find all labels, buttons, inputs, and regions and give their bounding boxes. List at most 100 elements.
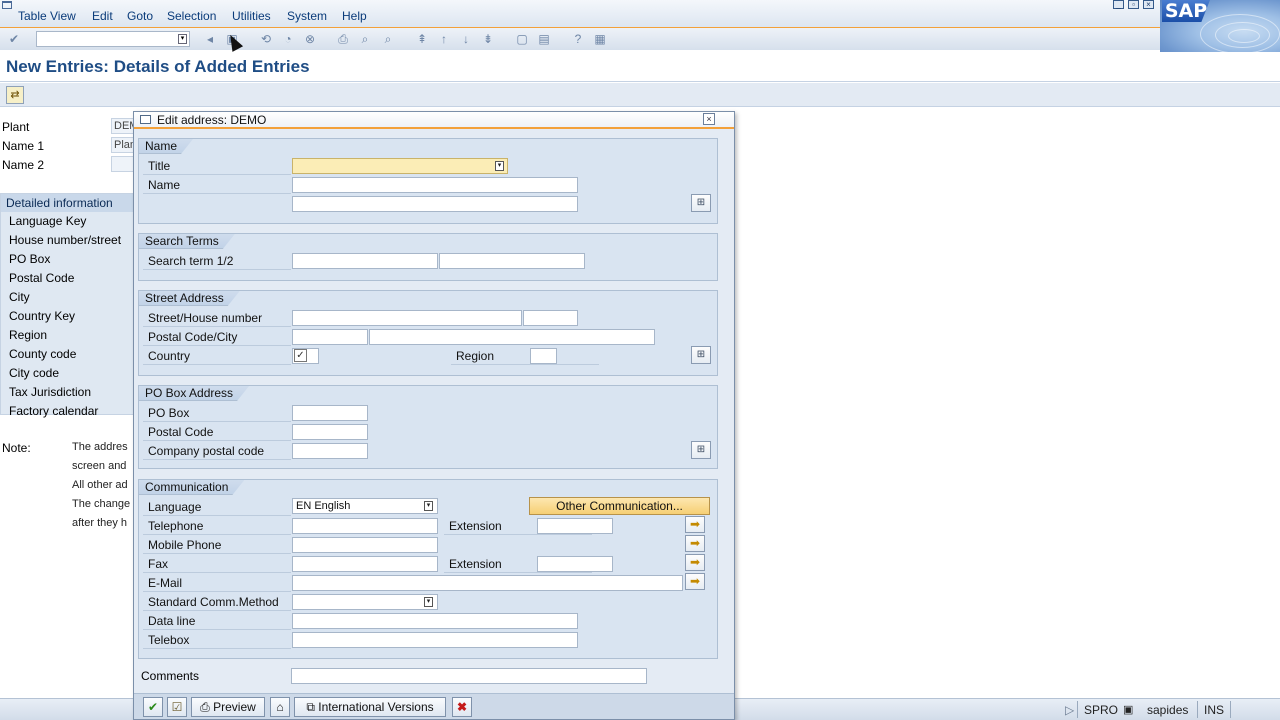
new-session-icon[interactable]: ▢ bbox=[514, 31, 530, 47]
exit-icon[interactable]: ◔ bbox=[280, 31, 296, 47]
note-text: screen and bbox=[72, 460, 127, 472]
change-display-icon[interactable]: ⇄ bbox=[6, 86, 24, 104]
company-postal-input[interactable] bbox=[292, 443, 368, 459]
app-menu-icon[interactable] bbox=[2, 1, 12, 9]
dropdown-icon[interactable]: ▾ bbox=[178, 34, 187, 44]
data-line-label: Data line bbox=[142, 614, 293, 630]
comments-input[interactable] bbox=[291, 668, 647, 684]
city-input[interactable] bbox=[369, 329, 655, 345]
menu-system[interactable]: System bbox=[287, 9, 327, 23]
shortcut-icon[interactable]: ▤ bbox=[536, 31, 552, 47]
command-field[interactable]: ▾ bbox=[36, 31, 190, 47]
detail-field-label: Region bbox=[9, 328, 48, 342]
postal-code-input[interactable] bbox=[292, 329, 368, 345]
next-page-icon[interactable]: ↓ bbox=[458, 31, 474, 47]
dropdown-icon[interactable]: ▾ bbox=[495, 161, 504, 171]
cancel-icon[interactable]: ⊗ bbox=[302, 31, 318, 47]
application-toolbar: ⇄ bbox=[0, 83, 1280, 107]
close-window-icon[interactable]: × bbox=[1143, 0, 1154, 9]
telebox-input[interactable] bbox=[292, 632, 578, 648]
house-number-input[interactable] bbox=[523, 310, 578, 326]
email-arrow-icon[interactable]: ➡ bbox=[685, 573, 705, 590]
fax-arrow-icon[interactable]: ➡ bbox=[685, 554, 705, 571]
more-fields-icon[interactable]: ⊞ bbox=[691, 346, 711, 364]
checkbox-icon[interactable]: ✓ bbox=[294, 349, 307, 362]
dialog-title-bar: Edit address: DEMO × bbox=[134, 112, 734, 129]
data-line-input[interactable] bbox=[292, 613, 578, 629]
check-entries-button[interactable]: ☑ bbox=[167, 697, 187, 717]
dropdown-icon[interactable]: ▾ bbox=[424, 501, 433, 511]
sap-logo: SAP bbox=[1160, 0, 1280, 54]
first-page-icon[interactable]: ⇞ bbox=[414, 31, 430, 47]
telephone-input[interactable] bbox=[292, 518, 438, 534]
preview-button[interactable]: ⎙ Preview bbox=[191, 697, 265, 717]
restore-icon[interactable]: ▫ bbox=[1128, 0, 1139, 9]
po-box-input[interactable] bbox=[292, 405, 368, 421]
menu-goto[interactable]: Goto bbox=[127, 9, 153, 23]
layout-menu-icon[interactable]: ▦ bbox=[592, 31, 608, 47]
menu-help[interactable]: Help bbox=[342, 9, 367, 23]
note-label: Note: bbox=[2, 441, 31, 455]
versions-icon: ⧉ bbox=[306, 700, 315, 714]
cancel-x-icon: ✖ bbox=[456, 700, 468, 714]
close-icon[interactable]: × bbox=[703, 113, 715, 125]
email-input[interactable] bbox=[292, 575, 683, 591]
mobile-input[interactable] bbox=[292, 537, 438, 553]
po-box-group: PO Box Address PO Box Postal Code Compan… bbox=[138, 385, 718, 469]
fax-input[interactable] bbox=[292, 556, 438, 572]
edit-icon bbox=[140, 115, 151, 124]
mobile-arrow-icon[interactable]: ➡ bbox=[685, 535, 705, 552]
last-page-icon[interactable]: ⇟ bbox=[480, 31, 496, 47]
search-term1-input[interactable] bbox=[292, 253, 438, 269]
find-next-icon[interactable]: ⌕ bbox=[380, 31, 396, 47]
checkmark-icon: ✔ bbox=[147, 700, 159, 714]
status-expand-icon[interactable]: ▷ bbox=[1065, 703, 1074, 717]
std-comm-label: Standard Comm.Method bbox=[143, 595, 291, 611]
enter-icon[interactable]: ✔ bbox=[6, 31, 22, 47]
menu-edit[interactable]: Edit bbox=[92, 9, 113, 23]
confirm-button[interactable]: ✔ bbox=[143, 697, 163, 717]
note-text: All other ad bbox=[72, 479, 128, 491]
std-comm-select[interactable] bbox=[292, 594, 438, 610]
regional-structure-button[interactable]: ⌂ bbox=[270, 697, 290, 717]
name-group-header: Name bbox=[139, 139, 193, 154]
name1-input[interactable] bbox=[292, 177, 578, 193]
back-arrow-icon[interactable]: ◂ bbox=[202, 31, 218, 47]
search-term2-input[interactable] bbox=[439, 253, 585, 269]
help-icon[interactable]: ? bbox=[570, 31, 586, 47]
minimize-icon[interactable]: _ bbox=[1113, 0, 1124, 9]
telebox-label: Telebox bbox=[142, 633, 293, 649]
previous-page-icon[interactable]: ↑ bbox=[436, 31, 452, 47]
detail-group-header: Detailed information bbox=[1, 194, 136, 212]
country-input[interactable]: ✓ bbox=[292, 348, 319, 364]
street-input[interactable] bbox=[292, 310, 522, 326]
region-label: Region bbox=[450, 349, 600, 365]
name-group: Name Title ▾ Name ⊞ bbox=[138, 138, 718, 224]
print-icon[interactable]: ⎙ bbox=[335, 31, 351, 47]
search-terms-group: Search Terms Search term 1/2 bbox=[138, 233, 718, 281]
edit-address-dialog: Edit address: DEMO × Name Title ▾ Name ⊞… bbox=[133, 111, 735, 720]
find-icon[interactable]: ⌕ bbox=[357, 31, 373, 47]
more-fields-icon[interactable]: ⊞ bbox=[691, 194, 711, 212]
more-fields-icon[interactable]: ⊞ bbox=[691, 441, 711, 459]
street-address-group: Street Address Street/House number Posta… bbox=[138, 290, 718, 376]
region-input[interactable] bbox=[530, 348, 557, 364]
dropdown-icon[interactable]: ▾ bbox=[424, 597, 433, 607]
telephone-arrow-icon[interactable]: ➡ bbox=[685, 516, 705, 533]
cancel-button[interactable]: ✖ bbox=[452, 697, 472, 717]
po-postal-code-input[interactable] bbox=[292, 424, 368, 440]
telephone-extension-input[interactable] bbox=[537, 518, 613, 534]
international-versions-button[interactable]: ⧉ International Versions bbox=[294, 697, 446, 717]
other-communication-button[interactable]: Other Communication... bbox=[529, 497, 710, 515]
language-select[interactable]: EN English bbox=[292, 498, 438, 514]
back-icon[interactable]: ⟲ bbox=[258, 31, 274, 47]
po-box-label: PO Box bbox=[142, 406, 293, 422]
menu-utilities[interactable]: Utilities bbox=[232, 9, 271, 23]
menu-table-view[interactable]: Table View bbox=[18, 9, 76, 23]
fax-extension-input[interactable] bbox=[537, 556, 613, 572]
menu-selection[interactable]: Selection bbox=[167, 9, 216, 23]
building-icon: ⌂ bbox=[276, 700, 284, 714]
title-select[interactable]: ▾ bbox=[292, 158, 508, 174]
fax-label: Fax bbox=[142, 557, 292, 573]
name2-input[interactable] bbox=[292, 196, 578, 212]
